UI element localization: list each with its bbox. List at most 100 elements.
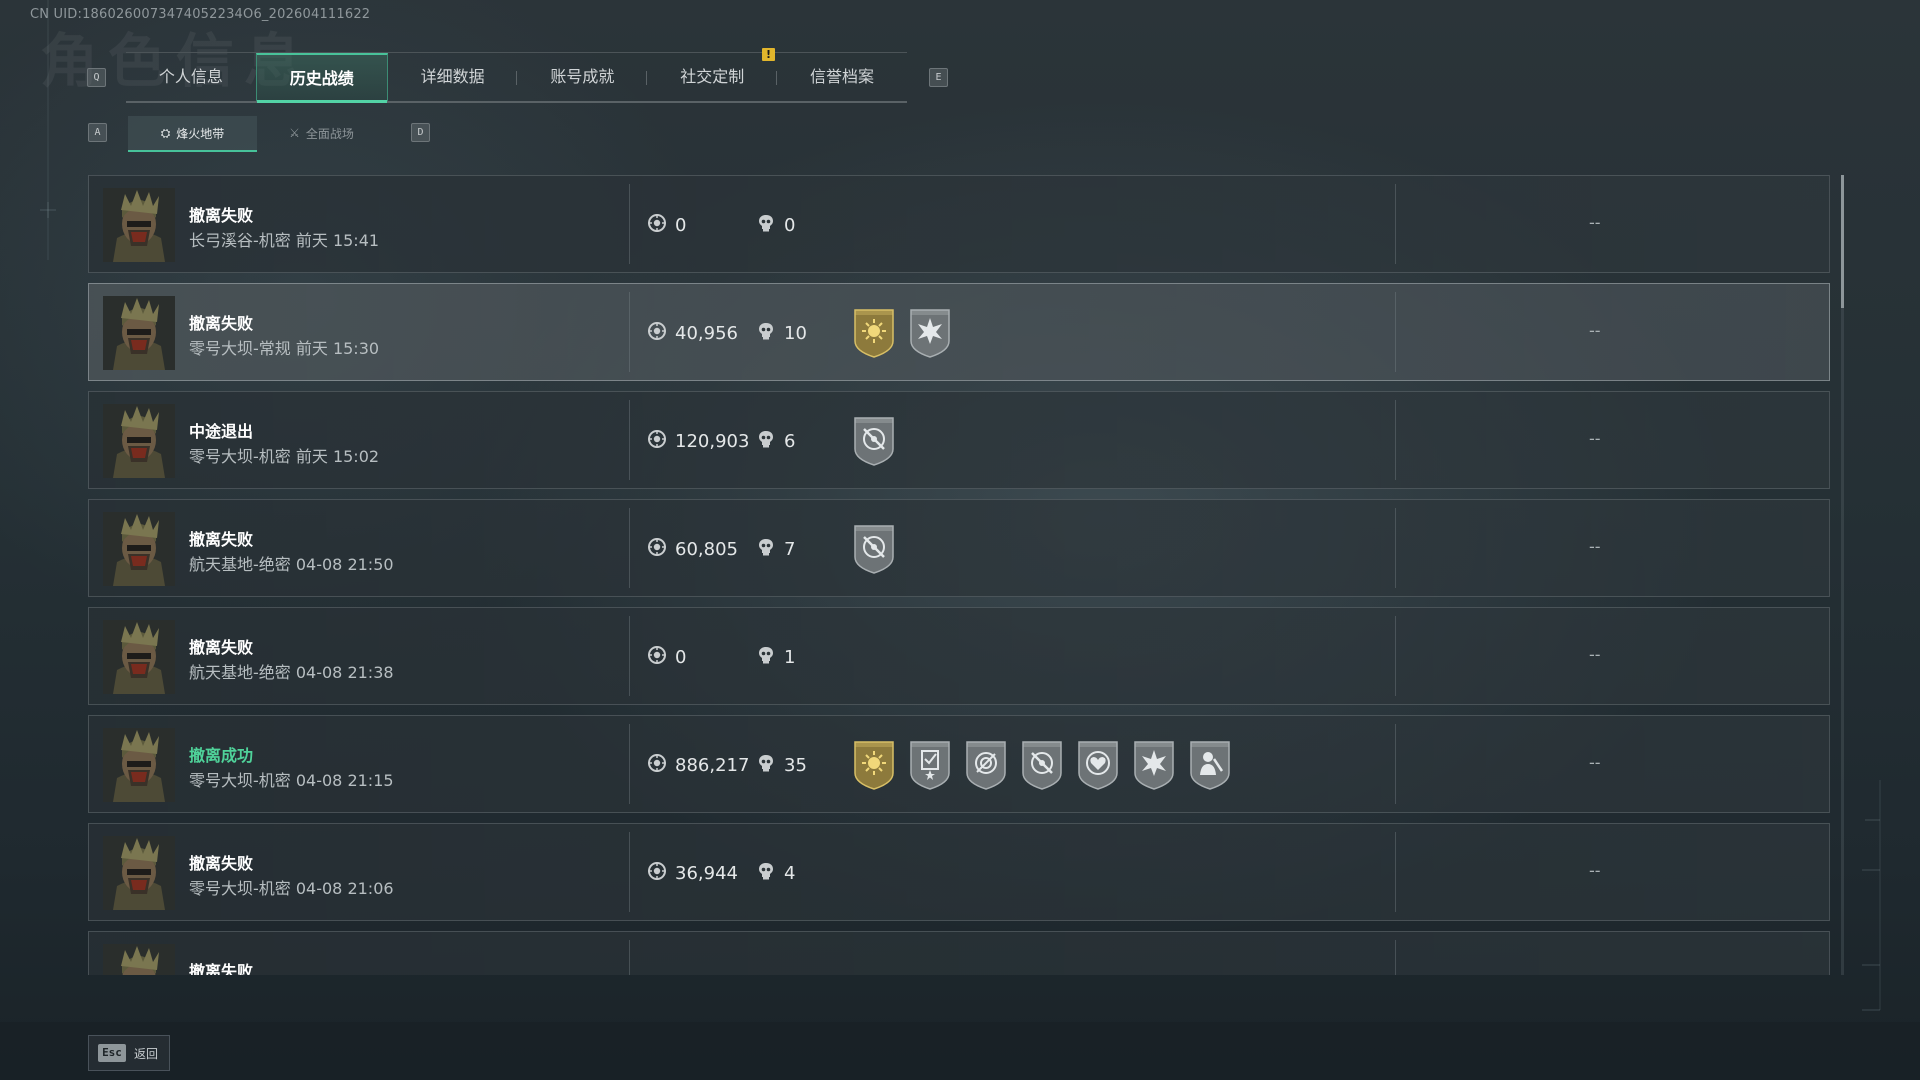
tab-credit-profile[interactable]: 信誉档案 bbox=[777, 53, 907, 101]
subtab-label: 全面战场 bbox=[305, 126, 354, 141]
match-record-row[interactable]: 撤离失败 长弓溪谷-机密 前天 15:41 0 0 -- bbox=[88, 175, 1830, 273]
footer-bar bbox=[0, 1022, 1920, 1080]
match-map-time: 长弓溪谷-机密 前天 15:41 bbox=[189, 231, 380, 250]
tab-prev-key-hint[interactable]: Q bbox=[87, 68, 106, 87]
operator-avatar bbox=[103, 944, 175, 975]
column-divider bbox=[629, 184, 630, 264]
column-divider bbox=[629, 724, 630, 804]
tab-social-customization[interactable]: 社交定制 bbox=[647, 53, 777, 101]
value-icon bbox=[647, 645, 675, 670]
medal-list bbox=[851, 415, 907, 467]
operator-avatar bbox=[103, 512, 175, 586]
subtab-hazard-zone[interactable]: ⛭ 烽火地带 bbox=[128, 116, 257, 152]
skull-icon bbox=[756, 861, 784, 886]
loot-value-text: 0 bbox=[675, 215, 687, 236]
loot-value: 36,944 bbox=[647, 861, 738, 886]
column-divider bbox=[1395, 400, 1396, 480]
extra-info: -- bbox=[1589, 753, 1601, 772]
match-record-row[interactable]: 撤离失败 航天基地-绝密 04-08 21:50 60,805 7 -- bbox=[88, 499, 1830, 597]
match-record-row[interactable]: 撤离失败 bbox=[88, 931, 1830, 975]
extra-info: -- bbox=[1589, 213, 1601, 232]
subtab-prev-key-hint[interactable]: A bbox=[88, 123, 107, 142]
column-divider bbox=[1395, 940, 1396, 975]
back-button[interactable]: Esc 返回 bbox=[88, 1035, 170, 1071]
loot-value: 40,956 bbox=[647, 321, 738, 346]
value-icon bbox=[647, 861, 675, 886]
kill-count: 10 bbox=[756, 321, 807, 346]
match-map-time: 航天基地-绝密 04-08 21:50 bbox=[189, 555, 394, 574]
target-medal-icon[interactable] bbox=[963, 739, 1009, 791]
loot-value: 0 bbox=[647, 213, 686, 238]
silver-star-burst-medal-icon[interactable] bbox=[907, 307, 953, 359]
loot-value: 60,805 bbox=[647, 537, 738, 562]
value-icon bbox=[647, 753, 675, 778]
tab-label: 详细数据 bbox=[420, 67, 485, 86]
tab-account-achievements[interactable]: 账号成就 bbox=[517, 53, 647, 101]
match-record-row[interactable]: 撤离失败 零号大坝-常规 前天 15:30 40,956 10 -- bbox=[88, 283, 1830, 381]
kill-count-text: 35 bbox=[784, 755, 807, 776]
kill-count: 7 bbox=[756, 537, 795, 562]
heart-target-medal-icon[interactable] bbox=[1075, 739, 1121, 791]
mode-subtabs: ⛭ 烽火地带 ⚔ 全面战场 bbox=[128, 116, 386, 152]
kill-count-text: 1 bbox=[784, 647, 796, 668]
operator-avatar bbox=[103, 620, 175, 694]
scrollbar-thumb[interactable] bbox=[1841, 175, 1844, 308]
back-label: 返回 bbox=[134, 1046, 159, 1061]
extra-info: -- bbox=[1589, 429, 1601, 448]
tab-personal-info[interactable]: 个人信息 bbox=[126, 53, 256, 101]
match-result: 撤离失败 bbox=[189, 206, 254, 225]
match-record-row[interactable]: 撤离失败 航天基地-绝密 04-08 21:38 0 1 -- bbox=[88, 607, 1830, 705]
medal-list bbox=[851, 307, 963, 359]
match-result: 撤离失败 bbox=[189, 962, 254, 975]
extra-info: -- bbox=[1589, 861, 1601, 880]
skull-icon bbox=[756, 753, 784, 778]
crosshair-medal-icon[interactable] bbox=[851, 415, 897, 467]
loot-value-text: 120,903 bbox=[675, 431, 750, 452]
skull-icon bbox=[756, 213, 784, 238]
kill-count-text: 4 bbox=[784, 863, 796, 884]
gold-sun-medal-icon[interactable] bbox=[851, 307, 897, 359]
match-map-time: 零号大坝-常规 前天 15:30 bbox=[189, 339, 380, 358]
extra-info: -- bbox=[1589, 645, 1601, 664]
scrollbar[interactable] bbox=[1841, 175, 1844, 975]
match-record-row[interactable]: 撤离成功 零号大坝-机密 04-08 21:15 886,217 35 -- bbox=[88, 715, 1830, 813]
flame-zone-icon: ⛭ bbox=[160, 125, 171, 140]
user-uid: CN UID:1860260073474052234O6_20260411162… bbox=[30, 7, 371, 22]
kill-count-text: 10 bbox=[784, 323, 807, 344]
silver-star-burst-medal-icon[interactable] bbox=[1131, 739, 1177, 791]
soldier-medal-icon[interactable] bbox=[1187, 739, 1233, 791]
loot-value: 120,903 bbox=[647, 429, 749, 454]
operator-avatar bbox=[103, 188, 175, 262]
tab-separator bbox=[776, 71, 777, 85]
subtab-next-key-hint[interactable]: D bbox=[411, 123, 430, 142]
column-divider bbox=[1395, 832, 1396, 912]
column-divider bbox=[629, 832, 630, 912]
tab-label: 账号成就 bbox=[550, 67, 615, 86]
match-record-row[interactable]: 撤离失败 零号大坝-机密 04-08 21:06 36,944 4 -- bbox=[88, 823, 1830, 921]
tab-match-history[interactable]: 历史战绩 bbox=[255, 53, 388, 103]
column-divider bbox=[1395, 508, 1396, 588]
tab-alert-badge: ! bbox=[762, 48, 775, 61]
match-result: 撤离失败 bbox=[189, 854, 254, 873]
crosshair-medal-icon[interactable] bbox=[851, 523, 897, 575]
value-icon bbox=[647, 537, 675, 562]
subtab-full-battlefield[interactable]: ⚔ 全面战场 bbox=[257, 116, 386, 150]
kill-count: 0 bbox=[756, 213, 795, 238]
loot-value-text: 0 bbox=[675, 647, 687, 668]
gold-sun-medal-icon[interactable] bbox=[851, 739, 897, 791]
crosshair-medal-icon[interactable] bbox=[1019, 739, 1065, 791]
column-divider bbox=[629, 292, 630, 372]
tab-label: 个人信息 bbox=[158, 67, 223, 86]
subtab-label: 烽火地带 bbox=[176, 126, 225, 141]
loot-value-text: 60,805 bbox=[675, 539, 738, 560]
loot-value-text: 886,217 bbox=[675, 755, 750, 776]
match-record-row[interactable]: 中途退出 零号大坝-机密 前天 15:02 120,903 6 -- bbox=[88, 391, 1830, 489]
column-divider bbox=[629, 616, 630, 696]
checklist-star-medal-icon[interactable] bbox=[907, 739, 953, 791]
tab-next-key-hint[interactable]: E bbox=[929, 68, 948, 87]
tab-detailed-data[interactable]: 详细数据 bbox=[388, 53, 518, 101]
skull-icon bbox=[756, 537, 784, 562]
kill-count: 4 bbox=[756, 861, 795, 886]
extra-info: -- bbox=[1589, 321, 1601, 340]
column-divider bbox=[629, 508, 630, 588]
